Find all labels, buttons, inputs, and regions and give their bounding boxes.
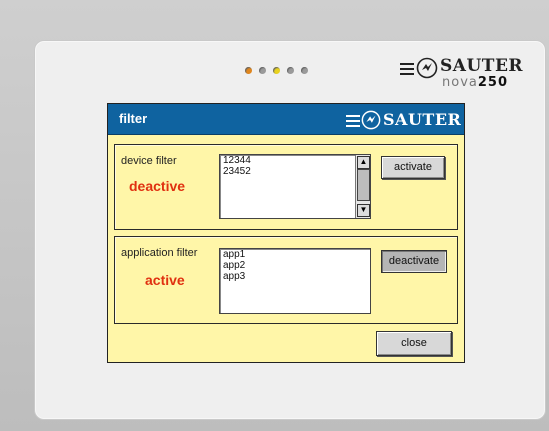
device-brand-logo: SAUTER nova250	[398, 50, 523, 90]
dialog-title: filter	[119, 111, 148, 126]
list-item[interactable]: 12344	[220, 155, 370, 166]
brand-model: nova250	[442, 75, 508, 90]
titlebar-brand-logo: SAUTER	[346, 109, 461, 131]
filter-dialog: filter SAUTER device filter deactive 123…	[107, 103, 465, 363]
brand-name: SAUTER	[440, 56, 524, 76]
dialog-titlebar: filter SAUTER	[108, 104, 464, 135]
application-filter-section: application filter active app1 app2 app3…	[114, 236, 458, 324]
scroll-thumb[interactable]	[357, 169, 370, 201]
application-filter-status: active	[145, 272, 185, 288]
application-filter-label: application filter	[121, 247, 198, 259]
device-filter-label: device filter	[121, 155, 177, 167]
device-filter-section: device filter deactive 12344 23452 ▲ ▼ a…	[114, 144, 458, 230]
led-5	[301, 67, 308, 74]
brand-lines-icon	[346, 115, 360, 130]
sauter-logo-icon	[361, 110, 381, 130]
led-2	[259, 67, 266, 74]
device-filter-scrollbar[interactable]: ▲ ▼	[355, 155, 370, 218]
list-item[interactable]: app1	[220, 249, 370, 260]
list-item[interactable]: 23452	[220, 166, 370, 177]
led-3	[273, 67, 280, 74]
device-filter-status: deactive	[129, 178, 186, 194]
list-item[interactable]: app3	[220, 271, 370, 282]
deactivate-button[interactable]: deactivate	[381, 250, 447, 273]
close-button[interactable]: close	[376, 331, 452, 356]
led-1	[245, 67, 252, 74]
activate-button[interactable]: activate	[381, 156, 445, 179]
list-item[interactable]: app2	[220, 260, 370, 271]
sauter-logo-icon	[416, 57, 438, 79]
status-leds	[245, 67, 308, 74]
brand-lines-icon	[400, 63, 414, 78]
led-4	[287, 67, 294, 74]
application-filter-list[interactable]: app1 app2 app3	[219, 248, 371, 314]
device-filter-list[interactable]: 12344 23452 ▲ ▼	[219, 154, 371, 219]
scroll-down-icon[interactable]: ▼	[357, 204, 370, 217]
scroll-up-icon[interactable]: ▲	[357, 156, 370, 169]
titlebar-brand-name: SAUTER	[383, 110, 462, 129]
